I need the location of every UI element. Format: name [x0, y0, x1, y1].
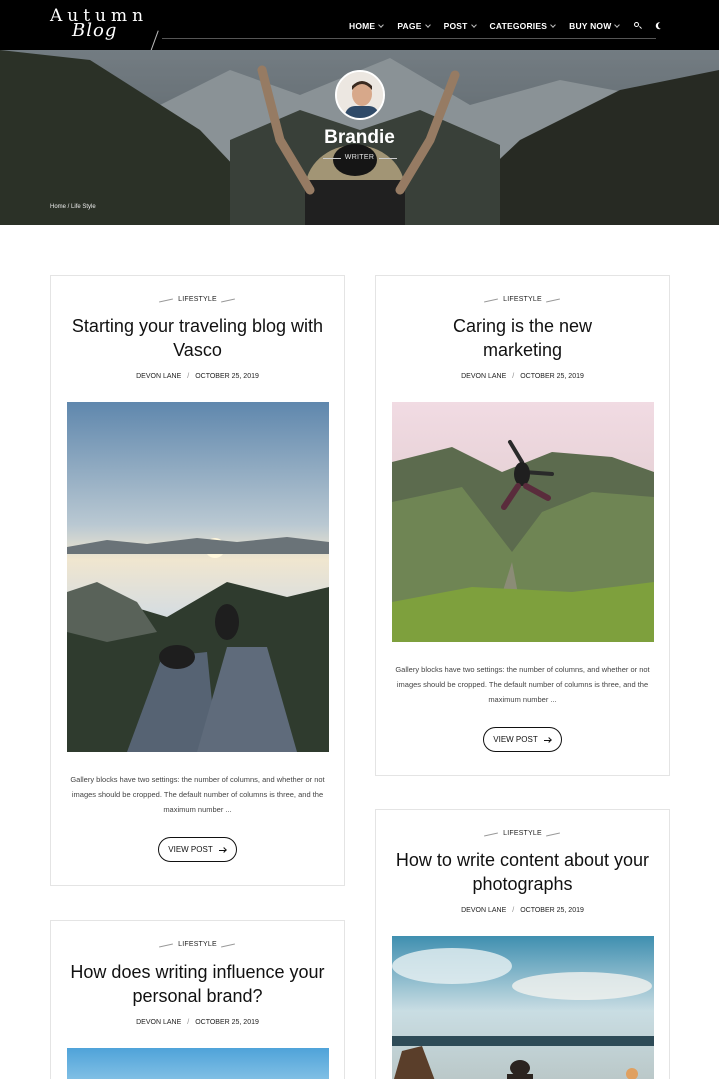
post-category[interactable]: LIFESTYLE	[376, 296, 669, 303]
post-title[interactable]: Caring is the new marketing	[426, 314, 619, 362]
author-role: WRITER	[344, 154, 375, 161]
post-excerpt: Gallery blocks have two settings: the nu…	[70, 775, 325, 814]
nav-home[interactable]: HOME	[349, 21, 385, 31]
chevron-down-icon	[424, 21, 431, 28]
chevron-down-icon	[470, 21, 477, 28]
chevron-down-icon	[378, 21, 385, 28]
post-author[interactable]: DEVON LANE	[136, 373, 181, 380]
post-date: OCTOBER 25, 2019	[520, 907, 584, 914]
nav-home-label: HOME	[349, 21, 376, 31]
post-title[interactable]: How does writing influence your personal…	[61, 960, 334, 1008]
post-card: LIFESTYLE Starting your traveling blog w…	[50, 275, 345, 886]
post-title[interactable]: How to write content about your photogra…	[386, 848, 659, 896]
breadcrumb-home[interactable]: Home	[50, 204, 66, 210]
chevron-down-icon	[614, 21, 621, 28]
main-nav: HOME PAGE POST CATEGORIES BUY NOW	[349, 21, 667, 31]
post-date: OCTOBER 25, 2019	[195, 373, 259, 380]
meta-separator: /	[187, 1019, 190, 1026]
post-category[interactable]: LIFESTYLE	[51, 296, 344, 303]
search-icon[interactable]	[633, 21, 643, 31]
breadcrumb: Home / Life Style	[50, 204, 96, 210]
post-card: LIFESTYLE How to write content about you…	[375, 809, 670, 1079]
arrow-right-icon	[218, 847, 227, 853]
nav-page[interactable]: PAGE	[397, 21, 431, 31]
nav-post[interactable]: POST	[443, 21, 477, 31]
dark-mode-icon[interactable]	[657, 21, 667, 31]
post-meta: DEVON LANE / OCTOBER 25, 2019	[376, 907, 669, 914]
post-category[interactable]: LIFESTYLE	[376, 830, 669, 837]
post-excerpt: Gallery blocks have two settings: the nu…	[395, 665, 650, 704]
logo-script: Blog	[72, 20, 118, 41]
author-hero: Brandie WRITER Home / Life Style	[0, 50, 719, 225]
author-avatar	[335, 70, 385, 120]
post-thumbnail[interactable]	[392, 936, 654, 1079]
post-date: OCTOBER 25, 2019	[520, 373, 584, 380]
post-title[interactable]: Starting your traveling blog with Vasco	[61, 314, 334, 362]
post-author[interactable]: DEVON LANE	[461, 907, 506, 914]
logo-divider	[150, 30, 159, 52]
post-meta: DEVON LANE / OCTOBER 25, 2019	[51, 1019, 344, 1026]
view-post-label: VIEW POST	[168, 845, 213, 854]
view-post-button[interactable]: VIEW POST	[483, 727, 562, 752]
site-header: Autumn Blog HOME PAGE POST CATEGORIES BU…	[0, 0, 719, 52]
chevron-down-icon	[550, 21, 556, 28]
meta-separator: /	[187, 373, 190, 380]
post-card: LIFESTYLE Caring is the new marketing DE…	[375, 275, 670, 776]
meta-separator: /	[512, 907, 515, 914]
nav-categories-label: CATEGORIES	[489, 21, 548, 31]
site-logo[interactable]: Autumn Blog	[50, 6, 160, 52]
post-meta: DEVON LANE / OCTOBER 25, 2019	[376, 373, 669, 380]
nav-categories[interactable]: CATEGORIES	[490, 21, 556, 31]
role-line-right	[379, 158, 397, 159]
post-category[interactable]: LIFESTYLE	[51, 941, 344, 948]
nav-post-label: POST	[443, 21, 468, 31]
post-thumbnail[interactable]	[67, 1048, 329, 1079]
nav-underline	[162, 38, 656, 39]
breadcrumb-current: Life Style	[71, 204, 96, 210]
nav-page-label: PAGE	[397, 21, 422, 31]
post-thumbnail[interactable]	[67, 402, 329, 752]
post-card: LIFESTYLE How does writing influence you…	[50, 920, 345, 1079]
post-author[interactable]: DEVON LANE	[136, 1019, 181, 1026]
meta-separator: /	[512, 373, 515, 380]
post-author[interactable]: DEVON LANE	[461, 373, 506, 380]
view-post-button[interactable]: VIEW POST	[158, 837, 237, 862]
post-thumbnail[interactable]	[392, 402, 654, 642]
nav-buy-now[interactable]: BUY NOW	[569, 21, 621, 31]
author-name: Brandie	[324, 127, 395, 148]
post-meta: DEVON LANE / OCTOBER 25, 2019	[51, 373, 344, 380]
arrow-right-icon	[543, 737, 552, 743]
view-post-label: VIEW POST	[493, 735, 538, 744]
post-date: OCTOBER 25, 2019	[195, 1019, 259, 1026]
nav-buy-now-label: BUY NOW	[569, 21, 612, 31]
